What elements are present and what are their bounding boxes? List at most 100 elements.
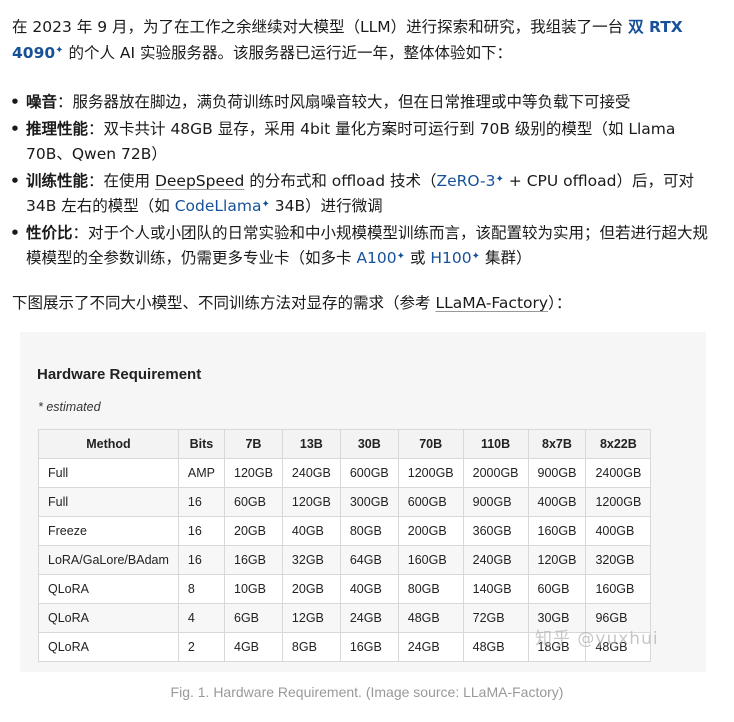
column-header: 70B — [397, 429, 464, 459]
table-cell: 40GB — [339, 574, 399, 604]
item-body: 34B）进行微调 — [269, 197, 383, 215]
table-cell: 80GB — [339, 516, 399, 546]
codellama-link[interactable]: CodeLlama — [175, 197, 262, 215]
table-cell: 1200GB — [397, 458, 464, 488]
item-title: 推理性能 — [26, 120, 89, 138]
table-cell: 160GB — [585, 574, 652, 604]
table-cell: 60GB — [527, 574, 587, 604]
table-row: QLoRA 8 10GB 20GB 40GB 80GB 140GB 60GB 160GB — [38, 574, 652, 604]
table-cell: 16GB — [339, 632, 399, 662]
item-title: 噪音 — [26, 93, 58, 111]
intro-text-1: 在 2023 年 9 月，为了在工作之余继续对大模型（LLM）进行探索和研究，我… — [12, 18, 629, 36]
table-cell: 200GB — [397, 516, 464, 546]
zero3-link[interactable]: ZeRO-3 — [436, 172, 495, 190]
intro-paragraph: 在 2023 年 9 月，为了在工作之余继续对大模型（LLM）进行探索和研究，我… — [12, 14, 718, 66]
table-cell: 48GB — [462, 632, 529, 662]
table-cell: 16 — [177, 516, 226, 546]
ref-text: 下图展示了不同大小模型、不同训练方法对显存的需求（参考 — [12, 294, 436, 312]
column-header: 13B — [281, 429, 341, 459]
table-cell: 900GB — [462, 487, 529, 517]
table-cell: 400GB — [585, 516, 652, 546]
table-cell: 4GB — [224, 632, 283, 662]
codellama-sup-icon: ✦ — [261, 199, 270, 210]
column-header: 8x22B — [585, 429, 652, 459]
gpu-link-sup-icon: ✦ — [55, 45, 64, 56]
table-cell: 400GB — [527, 487, 587, 517]
figure-note: * estimated — [38, 400, 101, 414]
figure-caption: Fig. 1. Hardware Requirement. (Image sou… — [170, 684, 564, 700]
h100-sup-icon: ✦ — [471, 251, 481, 262]
table-cell: 32GB — [281, 545, 341, 575]
table-row: LoRA/GaLore/BAdam 16 16GB 32GB 64GB 160GB 240G… — [38, 545, 652, 575]
table-cell: 16 — [177, 545, 226, 575]
table-cell: 160GB — [397, 545, 464, 575]
table-cell: 12GB — [281, 603, 341, 633]
a100-sup-icon: ✦ — [396, 251, 406, 262]
table-cell: 240GB — [462, 545, 529, 575]
a100-link[interactable]: A100 — [356, 249, 396, 267]
table-cell: 20GB — [224, 516, 283, 546]
table-cell: AMP — [177, 458, 226, 488]
table-cell: 2000GB — [462, 458, 529, 488]
experience-list: 噪音：服务器放在脚边，满负荷训练时风扇噪音较大，但在日常推理或中等负载下可接受 … — [10, 90, 722, 273]
table-cell: 8 — [177, 574, 226, 604]
table-cell: 360GB — [462, 516, 529, 546]
table-cell: 16GB — [224, 545, 283, 575]
table-cell: 24GB — [397, 632, 464, 662]
column-header: 8x7B — [527, 429, 587, 459]
table-cell: 4 — [177, 603, 226, 633]
table-cell: 2400GB — [585, 458, 652, 488]
table-cell: 600GB — [339, 458, 399, 488]
table-cell: 64GB — [339, 545, 399, 575]
item-body: 集群） — [480, 249, 532, 267]
table-cell: 16 — [177, 487, 226, 517]
table-row: Freeze 16 20GB 40GB 80GB 200GB 360GB 160GB 400GB — [38, 516, 652, 546]
table-cell: 600GB — [397, 487, 464, 517]
table-cell: 10GB — [224, 574, 283, 604]
table-cell: 320GB — [585, 545, 652, 575]
item-body: ：在使用 — [88, 172, 155, 190]
hardware-requirement-figure[interactable]: Hardware Requirement * estimated Method B… — [20, 332, 706, 672]
deepspeed-link[interactable]: DeepSpeed — [155, 172, 244, 190]
table-cell: 140GB — [462, 574, 529, 604]
table-cell: 48GB — [397, 603, 464, 633]
list-item-noise: 噪音：服务器放在脚边，满负荷训练时风扇噪音较大，但在日常推理或中等负载下可接受 — [10, 90, 722, 115]
table-cell: 900GB — [527, 458, 587, 488]
item-title: 性价比 — [26, 224, 73, 242]
item-body: 或 — [405, 249, 431, 267]
table-cell: QLoRA — [38, 632, 179, 662]
intro-text-2: 的个人 AI 实验服务器。该服务器已运行近一年，整体体验如下： — [63, 44, 512, 62]
list-item-training: 训练性能：在使用 DeepSpeed 的分布式和 offload 技术（ZeRO… — [10, 169, 722, 219]
table-cell: Full — [38, 458, 179, 488]
zero3-sup-icon: ✦ — [495, 174, 504, 185]
table-cell: 240GB — [281, 458, 341, 488]
column-header: Method — [38, 429, 179, 459]
column-header: 30B — [339, 429, 399, 459]
watermark: 知乎 @yuxhui — [535, 629, 659, 649]
table-row: Full 16 60GB 120GB 300GB 600GB 900GB 400GB 1200G… — [38, 487, 652, 517]
item-body: ：服务器放在脚边，满负荷训练时风扇噪音较大，但在日常推理或中等负载下可接受 — [57, 93, 631, 111]
table-cell: QLoRA — [38, 574, 179, 604]
list-item-value: 性价比：对于个人或小团队的日常实验和中小规模模型训练而言，该配置较为实用；但若进… — [10, 221, 722, 271]
h100-link[interactable]: H100 — [430, 249, 471, 267]
table-cell: 40GB — [281, 516, 341, 546]
llama-factory-link[interactable]: LLaMA-Factory — [435, 294, 548, 312]
table-cell: 24GB — [339, 603, 399, 633]
table-cell: 72GB — [462, 603, 529, 633]
table-cell: 160GB — [527, 516, 587, 546]
table-row: Full AMP 120GB 240GB 600GB 1200GB 2000GB 900GB 2… — [38, 458, 652, 488]
table-cell: 120GB — [281, 487, 341, 517]
table-cell: 8GB — [281, 632, 341, 662]
table-cell: 120GB — [224, 458, 283, 488]
item-body: ：双卡共计 48GB 显存，采用 4bit 量化方案时可运行到 70B 级别的模… — [26, 120, 676, 163]
table-cell: 120GB — [527, 545, 587, 575]
column-header: 110B — [462, 429, 529, 459]
table-cell: 2 — [177, 632, 226, 662]
table-cell: 6GB — [224, 603, 283, 633]
table-cell: Freeze — [38, 516, 179, 546]
figure-title: Hardware Requirement — [37, 366, 202, 383]
table-cell: 1200GB — [585, 487, 652, 517]
column-header: Bits — [177, 429, 226, 459]
table-cell: 60GB — [224, 487, 283, 517]
table-cell: 80GB — [397, 574, 464, 604]
